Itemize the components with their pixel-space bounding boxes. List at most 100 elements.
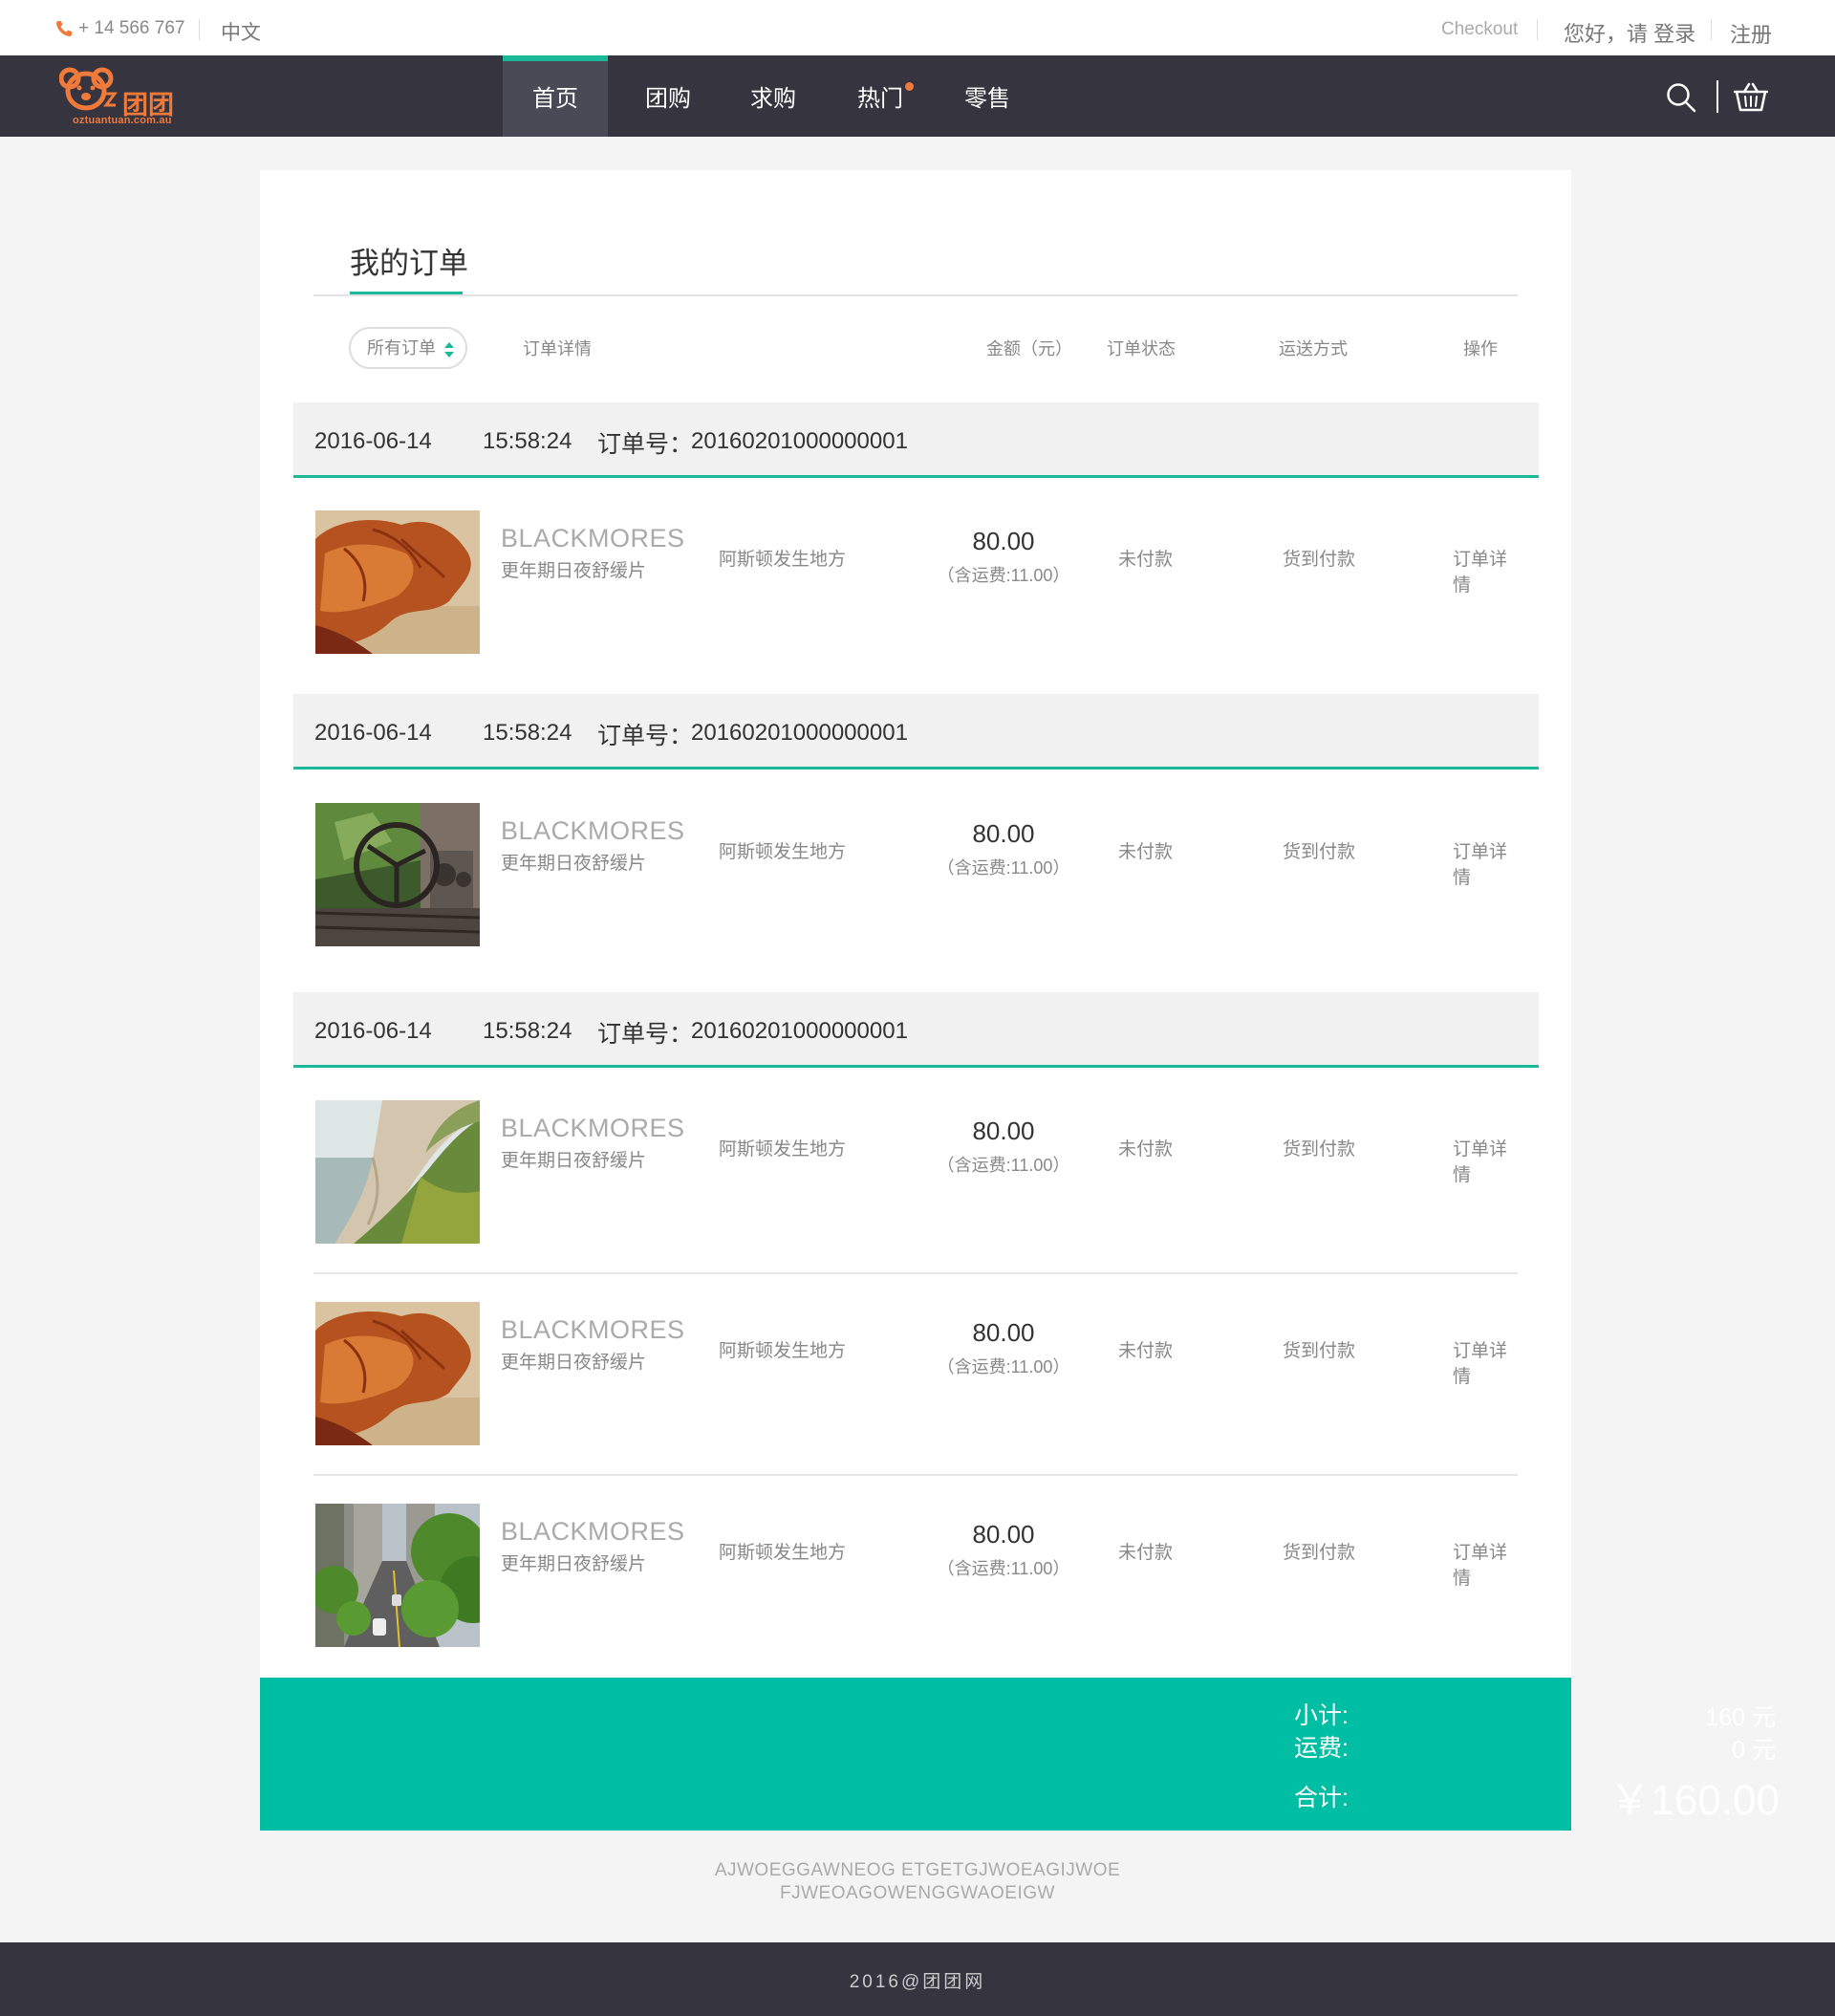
nav-request[interactable]: 求购: [738, 55, 809, 137]
order-details-link[interactable]: 订单详情: [1453, 1336, 1516, 1388]
shipping-fee: （含运费:11.00）: [937, 1357, 1070, 1377]
product-description: 更年期日夜舒缓片: [501, 1353, 647, 1373]
subtotal-value: 160 元: [1705, 1704, 1776, 1731]
order-header: 2016-06-14 15:58:24 订单号： 201602010000000…: [293, 402, 1539, 478]
nav-retail[interactable]: 零售: [952, 55, 1023, 137]
total-label: 合计:: [1294, 1785, 1349, 1811]
order-status: 未付款: [1118, 1543, 1174, 1563]
new-badge-dot: [905, 82, 914, 91]
product-brand: BLACKMORES: [501, 1114, 685, 1142]
order-date: 2016-06-14: [314, 428, 432, 454]
top-bar: + 14 566 767 中文 Checkout 您好，请 登录 注册: [0, 0, 1835, 55]
product-brand: BLACKMORES: [501, 1517, 685, 1546]
item-price: 80.00: [972, 1318, 1035, 1347]
shipping-fee: （含运费:11.00）: [937, 858, 1070, 878]
total-value: ￥160.00: [1608, 1777, 1780, 1824]
phone-icon: [56, 21, 72, 36]
checkout-link[interactable]: Checkout: [1441, 19, 1518, 40]
language-switch[interactable]: 中文: [221, 17, 261, 46]
order-number: 20160201000000001: [691, 1018, 908, 1044]
order-header: 2016-06-14 15:58:24 订单号： 201602010000000…: [293, 694, 1539, 770]
shipping-value: 0 元: [1732, 1737, 1776, 1764]
nav-hot[interactable]: 热门: [845, 55, 916, 137]
divider: [1537, 19, 1538, 40]
product-image-highland-cow[interactable]: [315, 510, 480, 654]
column-header-status: 订单状态: [1107, 339, 1176, 358]
shipping-fee: （含运费:11.00）: [937, 1559, 1070, 1578]
order-details-link[interactable]: 订单详情: [1453, 1135, 1516, 1186]
nav-home[interactable]: 首页: [503, 55, 608, 137]
product-image-cliff-coast[interactable]: [315, 1100, 480, 1244]
order-number-label: 订单号：: [597, 1021, 694, 1048]
order-filter-select[interactable]: 所有订单: [349, 327, 467, 369]
product-brand: BLACKMORES: [501, 524, 685, 553]
koala-logo-icon: [58, 67, 118, 111]
item-divider: [313, 1474, 1518, 1476]
divider: [1711, 19, 1712, 40]
column-header-action: 操作: [1463, 339, 1498, 358]
payment-method: 货到付款: [1283, 1341, 1356, 1361]
product-description: 更年期日夜舒缓片: [501, 854, 647, 874]
item-price: 80.00: [972, 527, 1035, 555]
divider: [199, 19, 200, 40]
order-item: BLACKMORES 更年期日夜舒缓片 阿斯顿发生地方 80.00 （含运费:1…: [315, 510, 1516, 654]
order-details-link[interactable]: 订单详情: [1453, 837, 1516, 889]
order-status: 未付款: [1118, 842, 1174, 862]
shipping-label: 运费:: [1294, 1735, 1349, 1762]
footer: 2016@团团网: [0, 1942, 1835, 2016]
basket-icon[interactable]: [1733, 82, 1769, 113]
logo-url: oztuantuan.com.au: [73, 115, 172, 126]
product-brand: BLACKMORES: [501, 1315, 685, 1344]
shipping-address: 阿斯顿发生地方: [719, 550, 847, 570]
order-number-label: 订单号：: [597, 431, 694, 458]
title-divider: [313, 294, 1518, 296]
order-status: 未付款: [1118, 1139, 1174, 1160]
orders-panel: 我的订单 所有订单 订单详情 金额（元） 订单状态 运送方式 操作 2016-0…: [260, 170, 1571, 1678]
order-item: BLACKMORES 更年期日夜舒缓片 阿斯顿发生地方 80.00 （含运费:1…: [315, 803, 1516, 946]
order-time: 15:58:24: [483, 1018, 572, 1044]
register-link[interactable]: 注册: [1730, 18, 1772, 49]
item-price: 80.00: [972, 1520, 1035, 1549]
order-item: BLACKMORES 更年期日夜舒缓片 阿斯顿发生地方 80.00 （含运费:1…: [315, 1504, 1516, 1647]
product-image-old-car[interactable]: [315, 803, 480, 946]
payment-method: 货到付款: [1283, 550, 1356, 570]
shipping-address: 阿斯顿发生地方: [719, 1341, 847, 1361]
item-divider: [313, 1272, 1518, 1274]
filter-value: 所有订单: [367, 338, 436, 358]
footer-text-line-1: AJWOEGGAWNEOG ETGETGJWOEAGIJWOE: [714, 1860, 1121, 1880]
order-totals-bar: 小计: 160 元 运费: 0 元 合计: ￥160.00: [260, 1678, 1780, 1831]
shipping-address: 阿斯顿发生地方: [719, 1543, 847, 1563]
product-description: 更年期日夜舒缓片: [501, 1554, 647, 1574]
product-description: 更年期日夜舒缓片: [501, 1151, 647, 1171]
shipping-fee: （含运费:11.00）: [937, 1156, 1070, 1175]
phone-contact: + 14 566 767: [55, 18, 184, 39]
footer-text-line-2: FJWEOAGOWENGGWAOEIGW: [780, 1883, 1055, 1903]
order-number: 20160201000000001: [691, 720, 908, 746]
order-number: 20160201000000001: [691, 428, 908, 454]
payment-method: 货到付款: [1283, 1543, 1356, 1563]
column-header-shipping: 运送方式: [1279, 339, 1348, 358]
phone-number: + 14 566 767: [78, 18, 185, 38]
product-brand: BLACKMORES: [501, 816, 685, 845]
column-header-amount: 金额（元）: [986, 339, 1072, 358]
order-number-label: 订单号：: [597, 723, 694, 749]
order-date: 2016-06-14: [314, 720, 432, 746]
sort-arrows-icon: [444, 342, 454, 358]
payment-method: 货到付款: [1283, 1139, 1356, 1160]
product-image-city-street[interactable]: [315, 1504, 480, 1647]
shipping-address: 阿斯顿发生地方: [719, 1139, 847, 1160]
main-nav: 团团 oztuantuan.com.au 首页 团购 求购 热门 零售: [0, 55, 1835, 137]
product-description: 更年期日夜舒缓片: [501, 561, 647, 581]
page-title: 我的订单: [350, 247, 468, 280]
nav-group-buy[interactable]: 团购: [633, 55, 703, 137]
copyright: 2016@团团网: [849, 1972, 986, 1992]
product-image-highland-cow[interactable]: [315, 1302, 480, 1445]
order-details-link[interactable]: 订单详情: [1453, 545, 1516, 596]
order-details-link[interactable]: 订单详情: [1453, 1538, 1516, 1590]
search-icon[interactable]: [1666, 82, 1696, 113]
order-time: 15:58:24: [483, 428, 572, 454]
order-item: BLACKMORES 更年期日夜舒缓片 阿斯顿发生地方 80.00 （含运费:1…: [315, 1100, 1516, 1244]
login-link[interactable]: 您好，请 登录: [1564, 17, 1695, 48]
column-header-details: 订单详情: [523, 339, 592, 358]
item-price: 80.00: [972, 1116, 1035, 1145]
